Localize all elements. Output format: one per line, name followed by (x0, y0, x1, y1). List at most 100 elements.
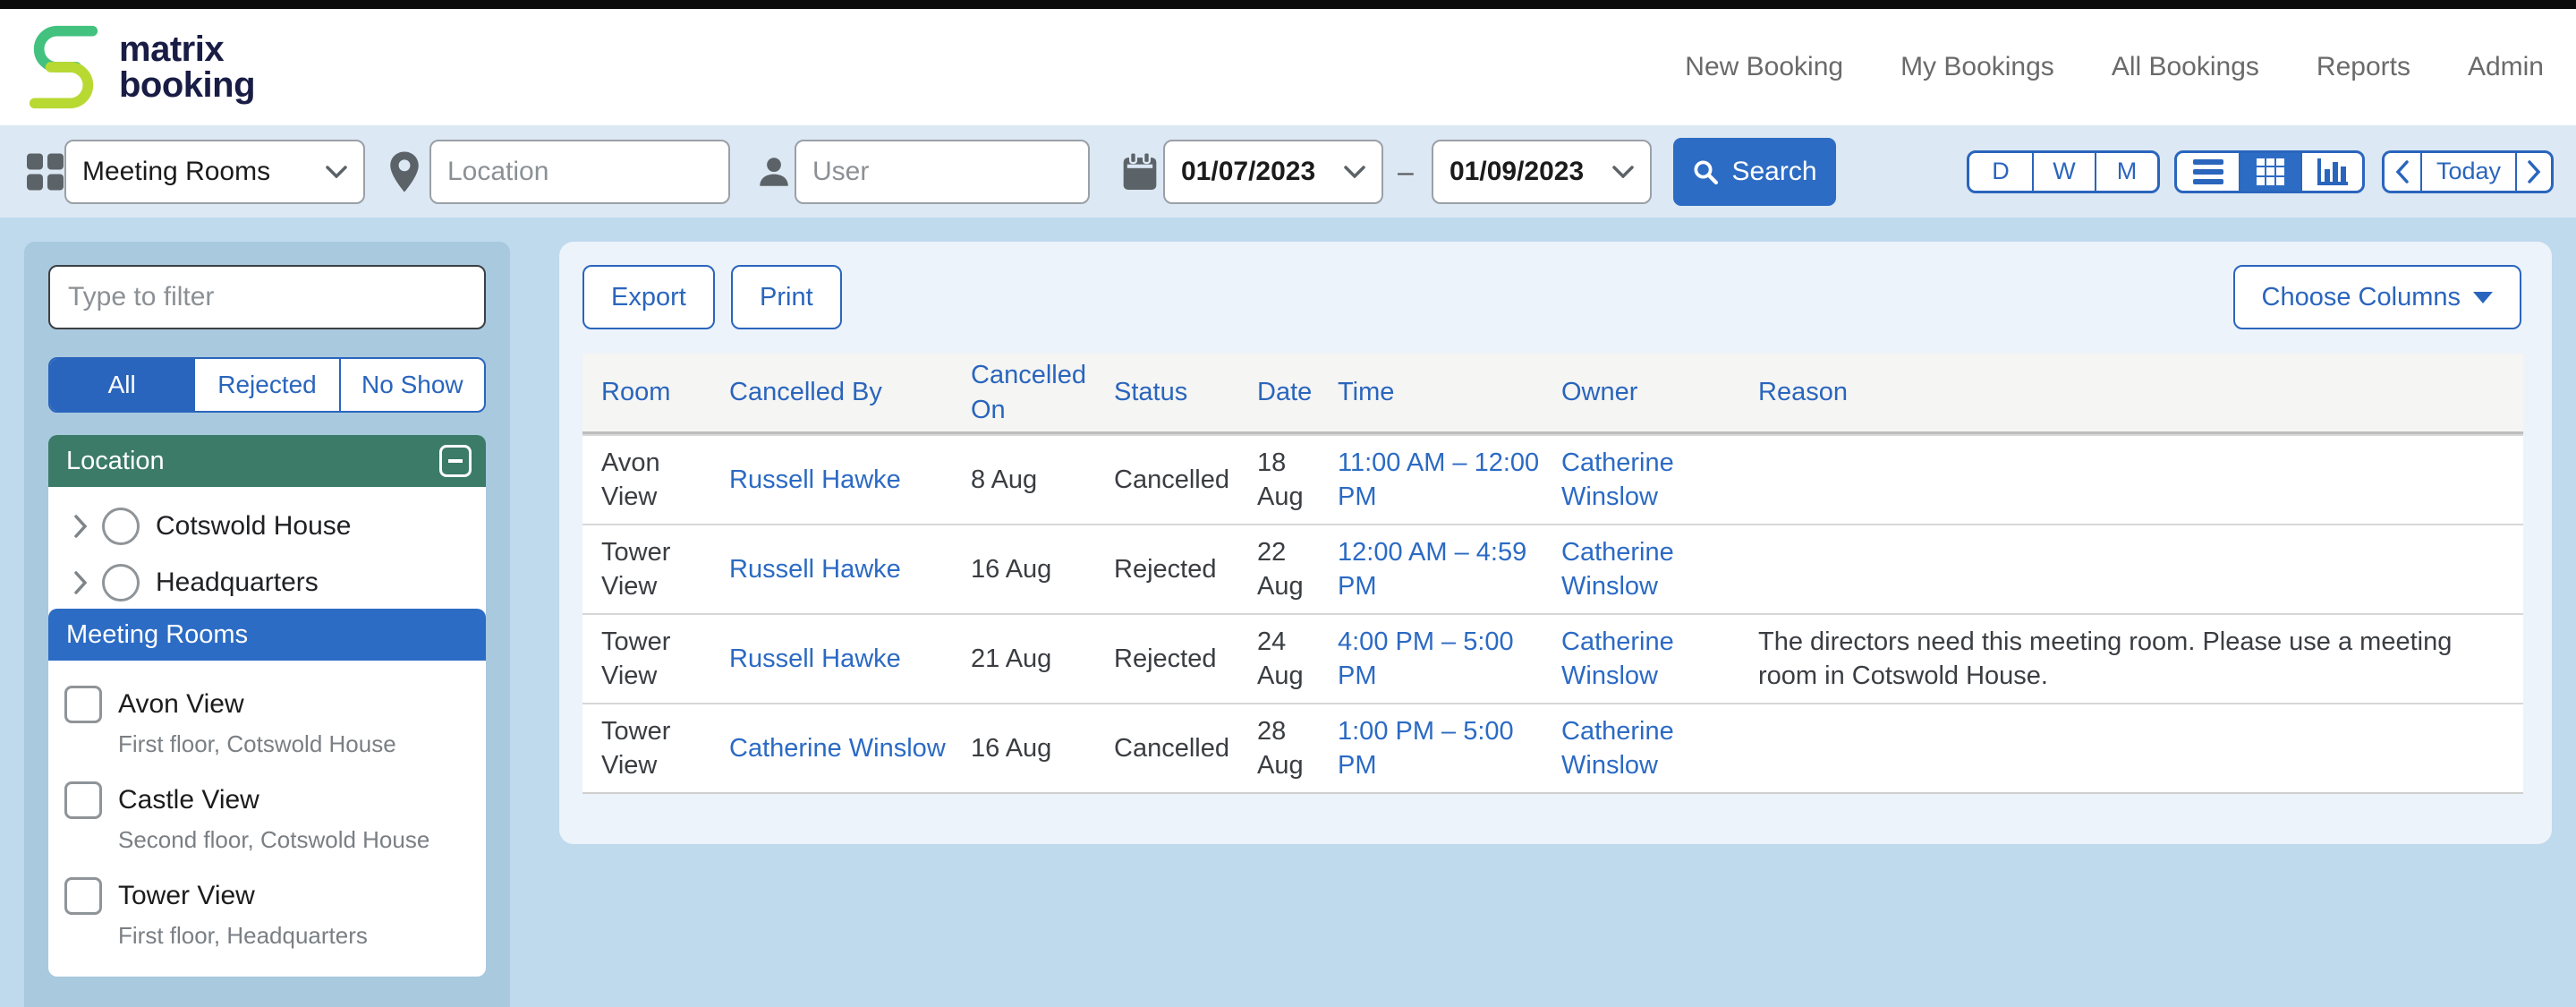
room-checkbox[interactable] (64, 877, 102, 915)
cell-room: Tower View (601, 625, 729, 694)
date-to-value: 01/09/2023 (1450, 157, 1584, 187)
col-header-status[interactable]: Status (1114, 375, 1257, 409)
room-checkbox[interactable] (64, 686, 102, 723)
brand-logo: matrix booking (24, 21, 255, 114)
view-day-button[interactable]: D (1969, 153, 2032, 191)
location-section: Location Cotswold House Headquarters (48, 435, 486, 627)
cell-date: 28 Aug (1257, 714, 1338, 783)
room-item-avon-view: Avon View First floor, Cotswold House (48, 686, 486, 758)
next-period-button[interactable] (2515, 153, 2551, 191)
col-header-owner[interactable]: Owner (1561, 375, 1758, 409)
list-view-button[interactable] (2177, 153, 2239, 191)
tree-item-cotswold-house: Cotswold House (48, 498, 486, 554)
user-icon (755, 153, 793, 191)
date-to-select[interactable]: 01/09/2023 (1432, 140, 1652, 204)
search-button[interactable]: Search (1673, 138, 1836, 206)
room-name[interactable]: Avon View (118, 689, 244, 720)
room-name[interactable]: Tower View (118, 881, 255, 911)
results-panel: Export Print Choose Columns Room Cancell… (559, 242, 2552, 844)
chevron-left-icon (2395, 160, 2410, 183)
cell-status: Rejected (1114, 642, 1257, 676)
cell-cancelled-by-link[interactable]: Russell Hawke (729, 642, 971, 676)
col-header-cancelled-by[interactable]: Cancelled By (729, 375, 971, 409)
cell-time-link[interactable]: 12:00 AM – 4:59 PM (1338, 535, 1561, 604)
collapse-icon[interactable] (439, 445, 472, 477)
cell-owner-link[interactable]: Catherine Winslow (1561, 625, 1758, 694)
filters-sidebar: Type to filter All Rejected No Show Loca… (24, 242, 510, 1007)
tree-item-headquarters: Headquarters (48, 554, 486, 610)
room-checkbox[interactable] (64, 781, 102, 819)
cell-owner-link[interactable]: Catherine Winslow (1561, 714, 1758, 783)
date-from-select[interactable]: 01/07/2023 (1163, 140, 1383, 204)
nav-admin[interactable]: Admin (2468, 52, 2544, 82)
cell-room: Tower View (601, 714, 729, 783)
chevron-down-icon (1344, 166, 1365, 178)
cell-time-link[interactable]: 11:00 AM – 12:00 PM (1338, 446, 1561, 515)
category-select-value: Meeting Rooms (82, 157, 270, 187)
col-header-date[interactable]: Date (1257, 375, 1338, 409)
category-select[interactable]: Meeting Rooms (64, 140, 365, 204)
expand-chevron-icon[interactable] (73, 571, 88, 594)
date-from-value: 01/07/2023 (1181, 157, 1315, 187)
chart-view-button[interactable] (2300, 153, 2362, 191)
nav-reports[interactable]: Reports (2317, 52, 2410, 82)
tab-rejected[interactable]: Rejected (193, 359, 338, 411)
cell-cancelled-by-link[interactable]: Russell Hawke (729, 552, 971, 586)
room-name[interactable]: Castle View (118, 785, 259, 815)
window-top-strip (0, 0, 2576, 9)
location-input[interactable]: Location (429, 140, 730, 204)
search-button-label: Search (1731, 157, 1816, 187)
user-input[interactable]: User (795, 140, 1090, 204)
logo-wordmark: matrix booking (119, 31, 255, 103)
choose-columns-button[interactable]: Choose Columns (2233, 265, 2521, 329)
cell-status: Rejected (1114, 552, 1257, 586)
location-section-header[interactable]: Location (48, 435, 486, 487)
chevron-down-icon (326, 166, 347, 178)
col-header-reason[interactable]: Reason (1758, 375, 2501, 409)
view-month-button[interactable]: M (2095, 153, 2157, 191)
table-row: Tower View Russell Hawke 16 Aug Rejected… (582, 524, 2523, 613)
room-detail: First floor, Cotswold House (118, 730, 486, 758)
location-radio[interactable] (102, 508, 140, 545)
print-button[interactable]: Print (731, 265, 842, 329)
view-mode-group (2174, 150, 2365, 193)
meeting-rooms-section-header[interactable]: Meeting Rooms (48, 609, 486, 661)
user-placeholder: User (812, 157, 869, 187)
room-detail: Second floor, Cotswold House (118, 826, 486, 854)
choose-columns-label: Choose Columns (2262, 283, 2461, 312)
tab-no-show[interactable]: No Show (339, 359, 484, 411)
app-header: matrix booking New Booking My Bookings A… (0, 9, 2576, 125)
expand-chevron-icon[interactable] (73, 515, 88, 538)
logo-word-matrix: matrix (119, 31, 255, 67)
meeting-rooms-section: Meeting Rooms Avon View First floor, Cot… (48, 609, 486, 977)
filter-input[interactable]: Type to filter (48, 265, 486, 329)
cell-date: 24 Aug (1257, 625, 1338, 694)
cell-cancelled-by-link[interactable]: Russell Hawke (729, 463, 971, 497)
location-label[interactable]: Cotswold House (156, 511, 351, 542)
list-view-icon (2193, 159, 2223, 184)
nav-new-booking[interactable]: New Booking (1685, 52, 1843, 82)
nav-all-bookings[interactable]: All Bookings (2112, 52, 2259, 82)
cell-room: Tower View (601, 535, 729, 604)
cell-status: Cancelled (1114, 463, 1257, 497)
cell-time-link[interactable]: 4:00 PM – 5:00 PM (1338, 625, 1561, 694)
prev-period-button[interactable] (2385, 153, 2420, 191)
col-header-time[interactable]: Time (1338, 375, 1561, 409)
col-header-cancelled-on[interactable]: Cancelled On (971, 358, 1114, 427)
cell-cancelled-on: 8 Aug (971, 463, 1114, 497)
cell-time-link[interactable]: 1:00 PM – 5:00 PM (1338, 714, 1561, 783)
cell-cancelled-by-link[interactable]: Catherine Winslow (729, 731, 971, 765)
view-week-button[interactable]: W (2032, 153, 2095, 191)
location-radio[interactable] (102, 564, 140, 602)
export-button[interactable]: Export (582, 265, 715, 329)
table-view-button[interactable] (2239, 153, 2300, 191)
location-section-title: Location (66, 447, 165, 476)
cell-owner-link[interactable]: Catherine Winslow (1561, 446, 1758, 515)
cell-owner-link[interactable]: Catherine Winslow (1561, 535, 1758, 604)
nav-my-bookings[interactable]: My Bookings (1900, 52, 2054, 82)
today-button[interactable]: Today (2420, 153, 2515, 191)
location-tree: Cotswold House Headquarters (48, 487, 486, 627)
location-label[interactable]: Headquarters (156, 568, 319, 598)
col-header-room[interactable]: Room (601, 375, 729, 409)
tab-all[interactable]: All (50, 359, 193, 411)
